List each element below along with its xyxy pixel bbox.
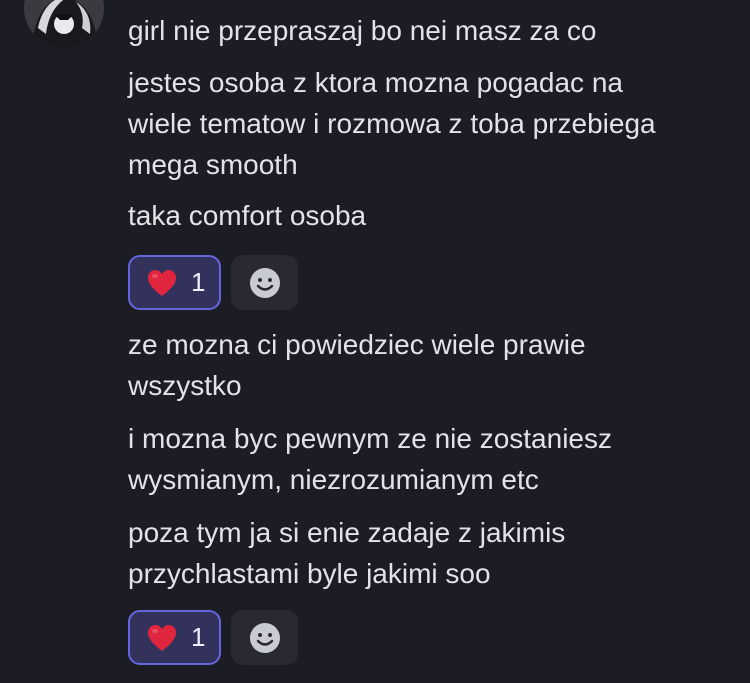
reaction-bar: 1 xyxy=(128,610,298,665)
heart-reaction-button[interactable]: 1 xyxy=(128,610,221,665)
user-avatar[interactable] xyxy=(24,0,104,48)
message-text: ze mozna ci powiedziec wiele prawie wszy… xyxy=(128,329,586,401)
message-text: i mozna byc pewnym ze nie zostaniesz wys… xyxy=(128,423,612,495)
add-reaction-button[interactable] xyxy=(231,610,298,665)
message-text: girl nie przepraszaj bo nei masz za co xyxy=(128,15,597,46)
reaction-count: 1 xyxy=(191,622,206,652)
add-reaction-button[interactable] xyxy=(231,255,298,310)
heart-emoji-icon xyxy=(148,269,176,296)
avatar-image xyxy=(24,0,104,48)
heart-reaction-button[interactable]: 1 xyxy=(128,255,221,310)
message-text: poza tym ja si enie zadaje z jakimis prz… xyxy=(128,517,566,589)
heart-emoji-icon xyxy=(148,624,176,651)
smiley-add-icon xyxy=(249,622,280,653)
smiley-add-icon xyxy=(249,267,280,298)
reaction-count: 1 xyxy=(191,267,206,297)
message-text: taka comfort osoba xyxy=(128,200,367,231)
reaction-bar: 1 xyxy=(128,255,298,310)
message-text: jestes osoba z ktora mozna pogadac na wi… xyxy=(128,67,656,180)
